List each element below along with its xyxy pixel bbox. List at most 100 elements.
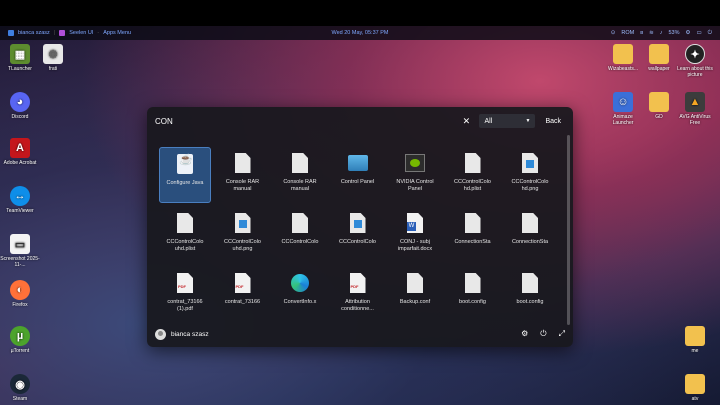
doc-file-icon — [177, 213, 193, 233]
result-item[interactable]: Console RAR manual — [217, 147, 269, 203]
result-item[interactable]: ConnectionSta — [447, 207, 499, 263]
pdf-file-icon — [349, 273, 366, 293]
black-top-bar — [0, 0, 720, 26]
folder-icon — [613, 44, 633, 64]
desktop-icon-firefox[interactable]: ◐ Firefox — [0, 280, 40, 308]
avg-icon: ▲ — [685, 92, 705, 112]
desktop-icon-gd[interactable]: GD — [639, 92, 679, 120]
result-item[interactable]: CCControlColo uhd.plist — [159, 207, 211, 263]
result-label: Console RAR manual — [225, 179, 260, 192]
desktop-icon-frati[interactable]: ⚙ frati — [33, 44, 73, 72]
result-item[interactable]: NVIDIA Control Panel — [389, 147, 441, 203]
steam-icon: ◉ — [10, 374, 30, 394]
doc-file-icon — [522, 273, 538, 293]
result-item[interactable]: Console RAR manual — [274, 147, 326, 203]
desktop-icon-utorrent[interactable]: µ µTorrent — [0, 326, 40, 354]
desktop-icon-avg[interactable]: ▲ AVG AntiVirus Free — [675, 92, 715, 126]
result-label: CCControlColo hd.png — [511, 179, 549, 192]
taskbar-app-menu[interactable]: Apps Menu — [103, 30, 131, 36]
result-item[interactable]: Control Panel — [332, 147, 384, 203]
result-item[interactable]: ConvertInfo.x — [274, 267, 326, 323]
result-item[interactable]: contrat_73166 — [217, 267, 269, 323]
result-label: Attribution conditionne... — [341, 299, 374, 312]
taskbar-app-seelen[interactable]: Seelen UI — [69, 30, 93, 36]
acrobat-icon: A — [10, 138, 30, 158]
desktop-icon-wizabeasts[interactable]: Wizabeasts... — [603, 44, 643, 72]
desktop-icon-acrobat[interactable]: A Adobe Acrobat — [0, 138, 40, 166]
nvidia-file-icon — [405, 154, 425, 172]
result-item[interactable]: ConnectionSta — [504, 207, 556, 263]
screenshot-icon: ▭ — [10, 234, 30, 254]
lang-indicator[interactable]: ROM — [621, 30, 634, 36]
wifi-icon[interactable]: ≋ — [649, 30, 654, 36]
result-label: ConvertInfo.x — [283, 299, 317, 305]
result-label: NVIDIA Control Panel — [396, 179, 434, 192]
result-item[interactable]: contrat_73166 (1).pdf — [159, 267, 211, 323]
expand-icon[interactable]: ⤢ — [559, 329, 565, 339]
desktop-icon-teamviewer[interactable]: ↔ TeamViewer — [0, 186, 40, 214]
widget-icon[interactable]: ⊙ — [611, 30, 616, 36]
result-item[interactable]: Attribution conditionne... — [332, 267, 384, 323]
desktop-icon-learn-picture[interactable]: ✦ Learn about this picture — [675, 44, 715, 78]
firefox-icon: ◐ — [10, 280, 30, 300]
bluetooth-icon[interactable]: ʙ — [640, 30, 643, 36]
img-file-icon — [234, 213, 251, 233]
result-label: CCControlColo — [339, 239, 376, 245]
result-item[interactable]: CCControlColo — [274, 207, 326, 263]
back-button[interactable]: Back — [541, 118, 565, 125]
desktop-icon-screenshot[interactable]: ▭ Screenshot 2025-11-... — [0, 234, 40, 268]
clear-search-button[interactable]: ✕ — [459, 114, 473, 128]
result-label: boot.config — [459, 299, 486, 305]
power-icon[interactable]: ⏻ — [708, 30, 712, 37]
search-row: ✕ All ▼ Back — [155, 113, 565, 129]
desktop-icon-animaze[interactable]: ☺ Animaze Launcher — [603, 92, 643, 126]
result-item[interactable]: CCControlColo hd.plist — [447, 147, 499, 203]
desktop-icon-me[interactable]: me — [675, 326, 715, 354]
result-label: CONJ - subj imparfait.docx — [397, 239, 433, 252]
settings-icon[interactable]: ⚙ — [686, 30, 691, 36]
desktop-icon-atv[interactable]: atv — [675, 374, 715, 402]
folder-icon — [649, 44, 669, 64]
learn-icon: ✦ — [685, 44, 705, 64]
result-label: Control Panel — [340, 179, 375, 185]
frati-icon: ⚙ — [43, 44, 63, 64]
pdf-file-icon — [177, 273, 193, 293]
seelen-icon — [59, 30, 66, 36]
doc-file-icon — [407, 273, 423, 293]
folder-icon — [649, 92, 669, 112]
result-item[interactable]: boot.config — [447, 267, 499, 323]
discord-icon: ◕ — [10, 92, 30, 112]
battery-level[interactable]: 53% — [668, 30, 679, 36]
volume-icon[interactable]: ♪ — [660, 30, 663, 36]
desktop-icon-wallpaper[interactable]: wallpaper — [639, 44, 679, 72]
folder-icon — [685, 374, 705, 394]
result-label: Console RAR manual — [283, 179, 317, 192]
result-label: boot.config — [516, 299, 544, 305]
taskbar-user[interactable]: bianca szasz — [18, 30, 50, 36]
result-item[interactable]: CONJ - subj imparfait.docx — [389, 207, 441, 263]
avatar[interactable] — [155, 328, 166, 340]
result-item[interactable]: Configure Java — [159, 147, 211, 203]
desktop-icon-discord[interactable]: ◕ Discord — [0, 92, 40, 120]
desktop-icon-steam[interactable]: ◉ Steam — [0, 374, 40, 402]
results-scrollbar[interactable] — [567, 135, 570, 325]
result-label: contrat_73166 — [224, 299, 261, 305]
result-label: CCControlColo uhd.plist — [166, 239, 204, 252]
notification-icon[interactable]: ▭ — [696, 30, 701, 36]
img-file-icon — [349, 213, 366, 233]
power-icon[interactable]: ⏻ — [540, 329, 546, 339]
result-item[interactable]: CCControlColo uhd.png — [217, 207, 269, 263]
result-item[interactable]: CCControlColo hd.png — [504, 147, 556, 203]
result-label: contrat_73166 (1).pdf — [167, 299, 203, 312]
result-label: Configure Java — [166, 180, 204, 186]
result-item[interactable]: Backup.conf — [389, 267, 441, 323]
result-item[interactable]: CCControlColo — [332, 207, 384, 263]
search-input[interactable] — [155, 113, 460, 129]
user-name[interactable]: bianca szasz — [171, 331, 209, 338]
filter-dropdown[interactable]: All ▼ — [479, 114, 536, 128]
folder-icon — [685, 326, 705, 346]
chevron-down-icon: ▼ — [525, 118, 531, 124]
result-item[interactable]: boot.config — [504, 267, 556, 323]
doc-file-icon — [464, 273, 481, 293]
settings-icon[interactable]: ⚙ — [521, 329, 528, 339]
